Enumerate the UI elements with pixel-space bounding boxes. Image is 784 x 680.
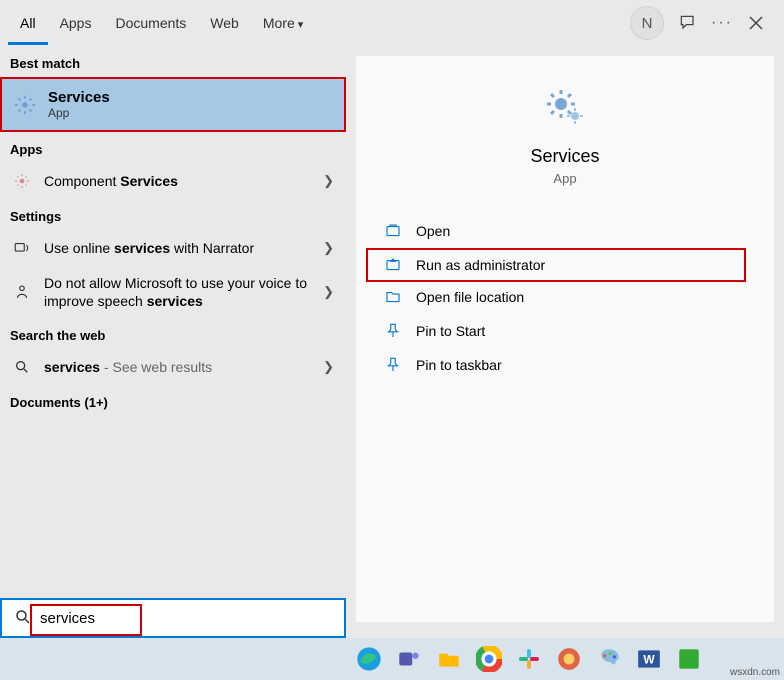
search-icon — [14, 608, 34, 628]
action-pin-to-start[interactable]: Pin to Start — [356, 314, 774, 348]
chevron-right-icon: ❯ — [323, 240, 334, 256]
taskbar-app-icon[interactable] — [552, 642, 586, 676]
taskbar-edge-icon[interactable] — [352, 642, 386, 676]
search-input[interactable] — [40, 610, 338, 627]
section-documents: Documents (1+) — [0, 385, 346, 416]
search-icon — [12, 357, 32, 377]
search-tabs: All Apps Documents Web More N ··· — [0, 0, 784, 46]
taskbar-teams-icon[interactable] — [392, 642, 426, 676]
avatar[interactable]: N — [630, 6, 664, 40]
tab-documents[interactable]: Documents — [103, 1, 198, 45]
action-label: Pin to Start — [416, 323, 485, 339]
tab-web[interactable]: Web — [198, 1, 251, 45]
more-options-icon[interactable]: ··· — [712, 13, 732, 33]
result-component-services[interactable]: Component Services ❯ — [0, 163, 346, 199]
result-services-app[interactable]: Services App — [0, 77, 346, 132]
result-label: Component Services — [44, 172, 311, 190]
preview-subtitle: App — [553, 171, 576, 186]
feedback-icon[interactable] — [678, 13, 698, 33]
action-open[interactable]: Open — [356, 214, 774, 248]
action-label: Open — [416, 223, 450, 239]
narrator-icon — [12, 238, 32, 258]
result-label: Use online services with Narrator — [44, 239, 311, 257]
taskbar-paint-icon[interactable] — [592, 642, 626, 676]
tab-apps[interactable]: Apps — [48, 1, 104, 45]
result-speech-services[interactable]: Do not allow Microsoft to use your voice… — [0, 266, 346, 318]
svg-text:W: W — [643, 652, 655, 666]
results-list: Best match Services App Apps Component S… — [0, 46, 346, 632]
taskbar-slack-icon[interactable] — [512, 642, 546, 676]
action-pin-to-taskbar[interactable]: Pin to taskbar — [356, 348, 774, 382]
taskbar: W — [0, 638, 784, 680]
action-label: Run as administrator — [416, 257, 545, 273]
result-label: services - See web results — [44, 358, 311, 376]
result-narrator-services[interactable]: Use online services with Narrator ❯ — [0, 230, 346, 266]
result-label: Do not allow Microsoft to use your voice… — [44, 274, 311, 310]
result-subtitle: App — [48, 106, 110, 120]
preview-title: Services — [530, 146, 599, 167]
taskbar-word-icon[interactable]: W — [632, 642, 666, 676]
section-settings: Settings — [0, 199, 346, 230]
taskbar-app2-icon[interactable] — [672, 642, 706, 676]
speech-icon — [12, 282, 32, 302]
gear-icon — [12, 171, 32, 191]
gear-icon — [541, 84, 589, 132]
action-open-file-location[interactable]: Open file location — [356, 280, 774, 314]
taskbar-chrome-icon[interactable] — [472, 642, 506, 676]
result-title: Services — [48, 89, 110, 106]
chevron-right-icon: ❯ — [323, 359, 334, 375]
chevron-right-icon: ❯ — [323, 284, 334, 300]
preview-pane: Services App Open Run as administrator O… — [356, 56, 774, 622]
taskbar-explorer-icon[interactable] — [432, 642, 466, 676]
gear-icon — [14, 94, 36, 116]
result-web-services[interactable]: services - See web results ❯ — [0, 349, 346, 385]
chevron-right-icon: ❯ — [323, 173, 334, 189]
watermark: wsxdn.com — [730, 667, 780, 678]
section-best-match: Best match — [0, 46, 346, 77]
close-icon[interactable] — [746, 13, 766, 33]
tab-all[interactable]: All — [8, 1, 48, 45]
tab-more[interactable]: More — [251, 1, 315, 45]
section-search-web: Search the web — [0, 318, 346, 349]
section-apps: Apps — [0, 132, 346, 163]
action-label: Open file location — [416, 289, 524, 305]
search-box[interactable] — [0, 598, 346, 638]
action-label: Pin to taskbar — [416, 357, 502, 373]
action-run-as-administrator[interactable]: Run as administrator — [366, 248, 746, 282]
